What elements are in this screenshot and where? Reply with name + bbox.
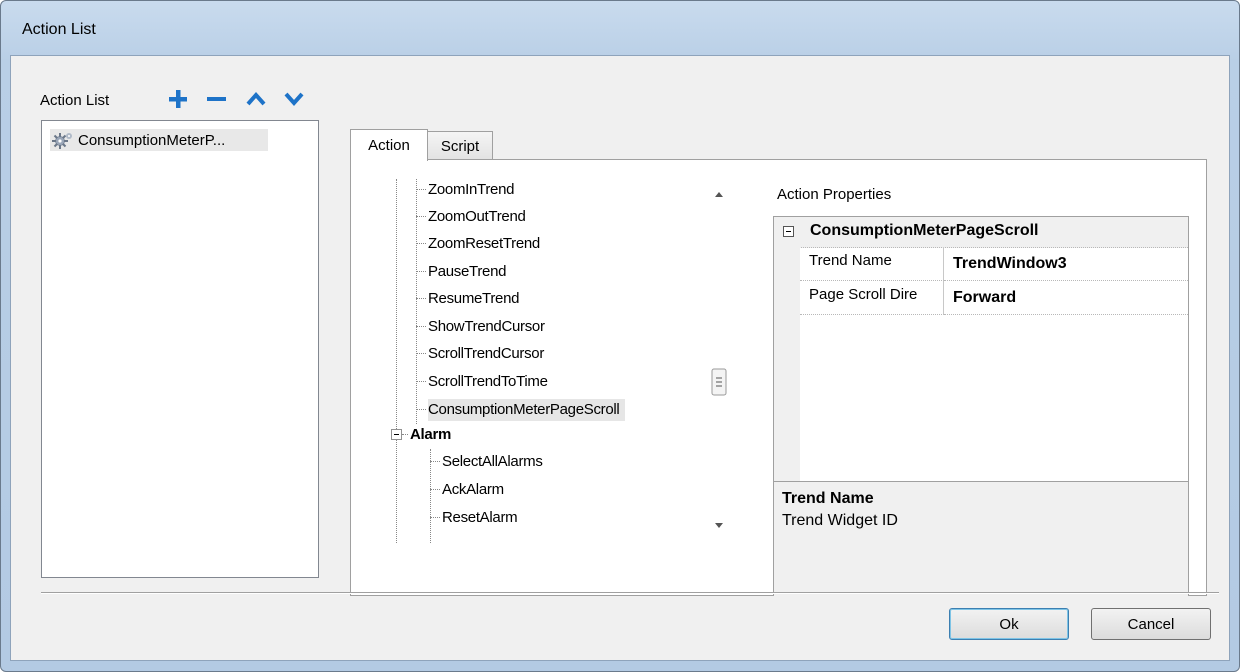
tree-item[interactable]: ShowTrendCursor	[428, 316, 545, 338]
tree-item[interactable]: PauseTrend	[428, 261, 506, 283]
property-grid: ConsumptionMeterPageScroll Trend Name Tr…	[773, 216, 1189, 596]
tree-scrollbar[interactable]	[707, 179, 731, 543]
tab-action-label: Action	[368, 137, 410, 154]
collapse-toggle[interactable]	[391, 429, 402, 440]
tree-group-alarm[interactable]: Alarm	[410, 424, 451, 446]
tree-item[interactable]: ScrollTrendToTime	[428, 371, 548, 393]
tree-branch	[430, 461, 440, 462]
property-value: TrendWindow3	[953, 255, 1067, 272]
collapse-toggle[interactable]	[783, 226, 794, 237]
tree-branch	[416, 298, 426, 299]
action-properties-heading: Action Properties	[777, 186, 892, 203]
tab-script-label: Script	[440, 137, 480, 155]
property-category-label: ConsumptionMeterPageScroll	[810, 222, 1039, 239]
tree-item[interactable]: ZoomOutTrend	[428, 206, 526, 228]
tree-branch	[416, 409, 426, 410]
tree-branch	[416, 353, 426, 354]
tree-connector	[430, 449, 431, 543]
property-name: Page Scroll Dire	[809, 286, 918, 303]
remove-action-button[interactable]	[205, 88, 227, 110]
property-value: Forward	[953, 289, 1017, 306]
tree-item[interactable]: AckAlarm	[442, 479, 504, 501]
description-text: Trend Widget ID	[782, 512, 898, 529]
description-title: Trend Name	[782, 490, 874, 507]
tree-item[interactable]: ScrollTrendCursor	[428, 343, 544, 365]
tree-branch	[430, 517, 440, 518]
property-description-pane: Trend Name Trend Widget ID	[774, 481, 1188, 596]
tree-item[interactable]: ZoomResetTrend	[428, 233, 540, 255]
action-list-dialog: Action List Action List ConsumptionMeter…	[0, 0, 1240, 672]
tree-branch	[416, 326, 426, 327]
tree-item[interactable]: ResetAlarm	[442, 507, 518, 529]
property-grid-margin	[774, 247, 800, 481]
property-name-cell[interactable]: Trend Name	[800, 247, 944, 281]
dialog-client-area: Action List ConsumptionMeterP... Script …	[10, 55, 1230, 661]
tree-branch	[416, 216, 426, 217]
action-list-label: Action List	[40, 92, 110, 109]
property-value-cell[interactable]: Forward	[944, 281, 1188, 315]
gear-icon	[52, 133, 72, 149]
tree-branch	[416, 381, 426, 382]
action-list-item-label: ConsumptionMeterP...	[78, 131, 226, 149]
tree-branch	[416, 189, 426, 190]
property-name-cell[interactable]: Page Scroll Dire	[800, 281, 944, 315]
tree-branch	[430, 489, 440, 490]
scrollbar-arrows	[711, 192, 727, 528]
tree-branch	[402, 434, 408, 435]
action-tree[interactable]: ZoomInTrend ZoomOutTrend ZoomResetTrend …	[374, 179, 731, 543]
tree-connector	[396, 179, 397, 543]
action-listbox[interactable]: ConsumptionMeterP...	[41, 120, 319, 578]
tab-action[interactable]: Action	[350, 129, 428, 161]
tree-branch	[416, 271, 426, 272]
minus-icon	[207, 97, 226, 101]
add-action-button[interactable]	[167, 88, 189, 110]
window-title: Action List	[22, 21, 96, 38]
chevron-up-icon	[246, 91, 266, 106]
ok-button[interactable]: Ok	[949, 608, 1069, 640]
tree-branch	[416, 243, 426, 244]
move-down-button[interactable]	[283, 88, 305, 110]
plus-icon	[169, 90, 187, 108]
property-name: Trend Name	[809, 252, 892, 269]
property-value-cell[interactable]: TrendWindow3	[944, 247, 1188, 281]
cancel-button[interactable]: Cancel	[1091, 608, 1211, 640]
tree-item-selected[interactable]: ConsumptionMeterPageScroll	[428, 399, 626, 421]
footer-divider	[41, 592, 1219, 594]
tab-script[interactable]: Script	[427, 131, 493, 160]
property-category-row: ConsumptionMeterPageScroll	[774, 217, 1188, 248]
ok-button-label: Ok	[999, 615, 1019, 633]
action-list-item[interactable]: ConsumptionMeterP...	[50, 129, 268, 151]
tree-item[interactable]: ResumeTrend	[428, 288, 519, 310]
tree-item[interactable]: ZoomInTrend	[428, 179, 514, 201]
chevron-down-icon	[284, 92, 304, 107]
move-up-button[interactable]	[245, 88, 267, 110]
tree-item[interactable]: SelectAllAlarms	[442, 451, 543, 473]
cancel-button-label: Cancel	[1127, 615, 1175, 633]
